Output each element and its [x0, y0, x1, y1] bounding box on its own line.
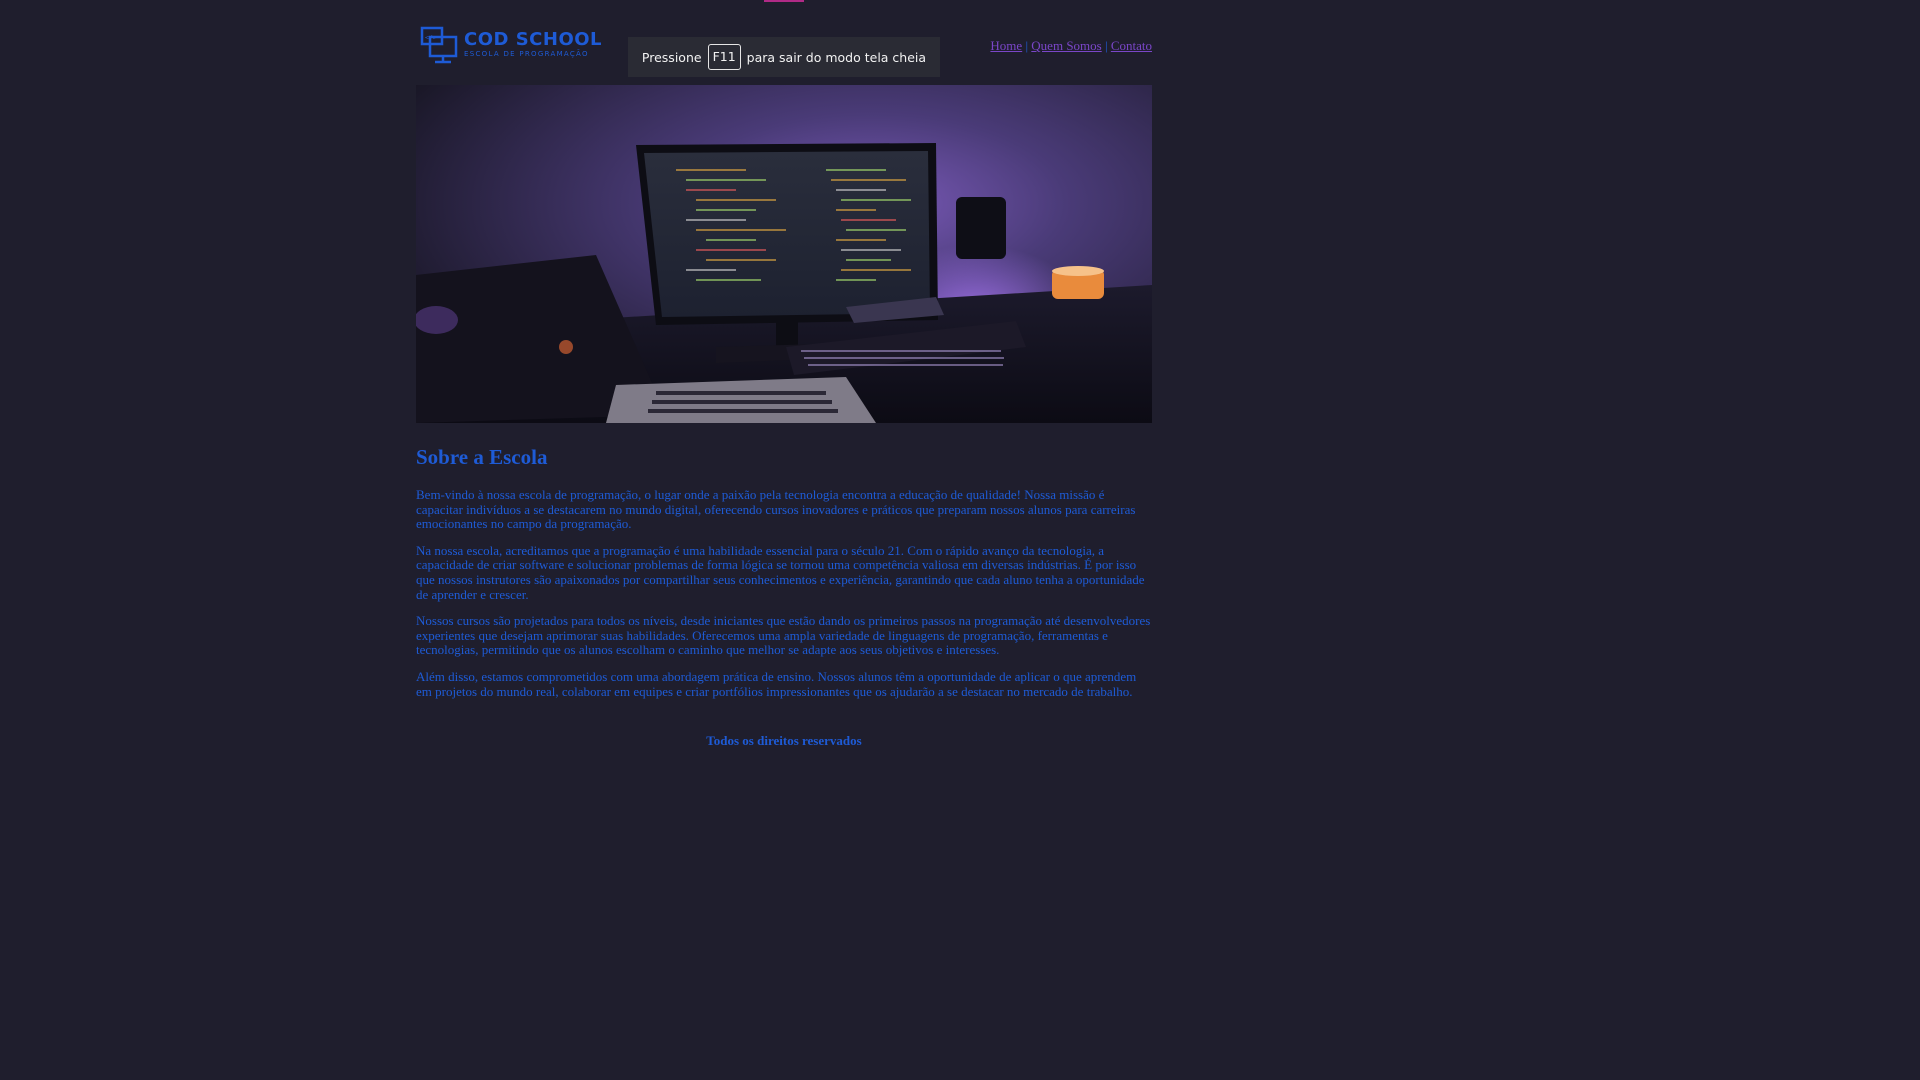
nav-link-home[interactable]: Home	[990, 38, 1022, 53]
footer-text: Todos os direitos reservados	[706, 733, 862, 749]
content-paragraph: Além disso, estamos comprometidos com um…	[416, 668, 1137, 699]
page-container: </> COD SCHOOL ESCOLA DE PROGRAMAÇÃO Hom…	[416, 0, 1152, 749]
page-title: Sobre a Escola	[416, 445, 548, 469]
logo-tagline: ESCOLA DE PROGRAMAÇÃO	[464, 49, 589, 58]
code-monitor-icon: </>	[420, 26, 458, 64]
nav-link-contato[interactable]: Contato	[1111, 38, 1152, 53]
hero-image	[416, 85, 1152, 423]
site-footer: Todos os direitos reservados	[416, 733, 1152, 749]
fullscreen-notice-suffix: para sair do modo tela cheia	[746, 49, 927, 65]
main-nav: Home | Quem Somos | Contato	[990, 38, 1152, 54]
logo-name: COD SCHOOL	[464, 28, 603, 50]
content-paragraph: Bem-vindo à nossa escola de programação,…	[416, 487, 1136, 532]
fullscreen-notice-prefix: Pressione	[641, 49, 702, 65]
fullscreen-notice: Pressione F11 para sair do modo tela che…	[628, 37, 940, 77]
f11-key-badge: F11	[707, 44, 741, 70]
main-content: Sobre a Escola Bem-vindo à nossa escola …	[416, 445, 1152, 699]
nav-separator: |	[1025, 38, 1029, 53]
nav-separator: |	[1104, 38, 1108, 53]
content-paragraph: Na nossa escola, acreditamos que a progr…	[416, 542, 1145, 602]
content-paragraph: Nossos cursos são projetados para todos …	[416, 613, 1151, 658]
nav-link-quem-somos[interactable]: Quem Somos	[1031, 38, 1101, 53]
logo[interactable]: </> COD SCHOOL ESCOLA DE PROGRAMAÇÃO	[420, 24, 602, 64]
